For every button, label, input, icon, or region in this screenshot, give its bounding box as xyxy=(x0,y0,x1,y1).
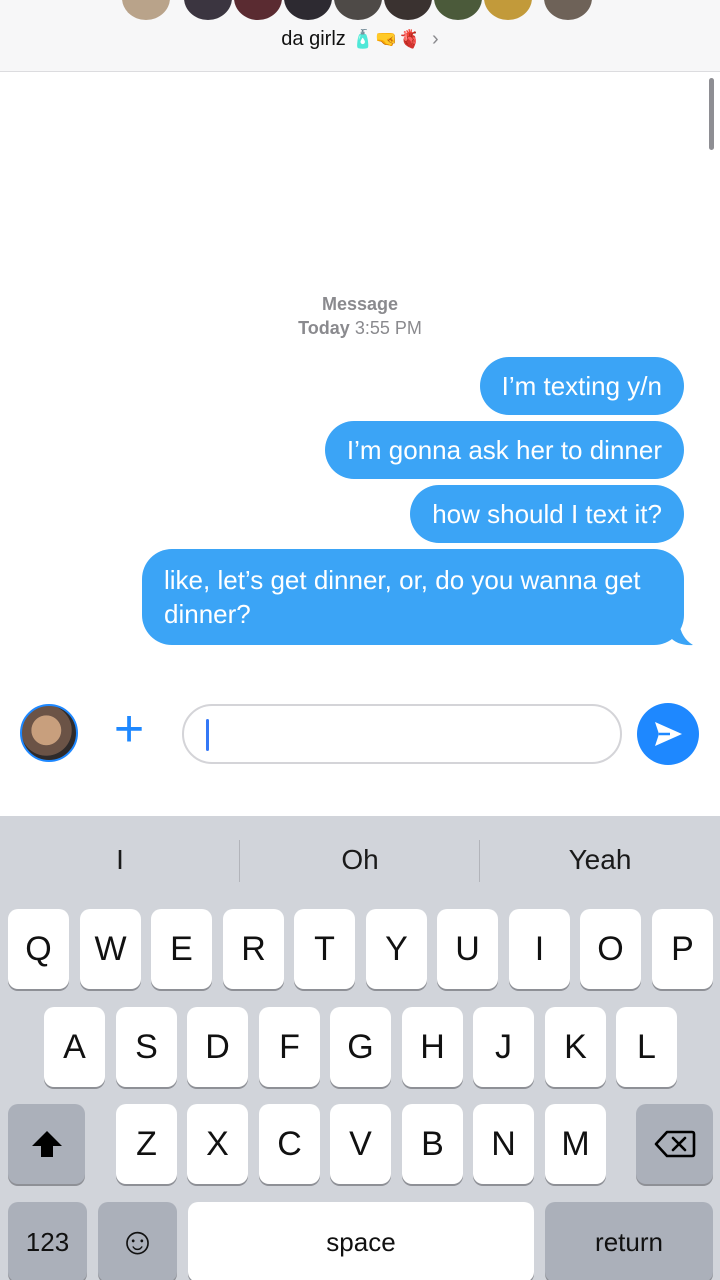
key-s[interactable]: S xyxy=(116,1007,177,1087)
message-timestamp: Message Today 3:55 PM xyxy=(0,292,720,340)
group-avatar xyxy=(282,0,334,22)
user-avatar[interactable] xyxy=(20,704,78,762)
key-r[interactable]: R xyxy=(223,909,284,989)
suggestion-3[interactable]: Yeah xyxy=(480,816,720,904)
key-f[interactable]: F xyxy=(259,1007,320,1087)
group-avatars[interactable] xyxy=(120,0,600,22)
outgoing-message-bubble[interactable]: I’m texting y/n xyxy=(479,357,684,415)
group-avatar xyxy=(382,0,434,22)
key-c[interactable]: C xyxy=(259,1104,320,1184)
group-name-button[interactable]: da girlz 🧴🤜🫀 › xyxy=(0,28,720,51)
group-avatar xyxy=(482,0,534,22)
key-g[interactable]: G xyxy=(330,1007,391,1087)
key-l[interactable]: L xyxy=(616,1007,677,1087)
delete-key[interactable] xyxy=(636,1104,713,1184)
key-m[interactable]: M xyxy=(545,1104,606,1184)
group-avatar xyxy=(182,0,234,22)
key-v[interactable]: V xyxy=(330,1104,391,1184)
key-b[interactable]: B xyxy=(402,1104,463,1184)
outgoing-message-bubble[interactable]: how should I text it? xyxy=(410,485,684,543)
key-d[interactable]: D xyxy=(187,1007,248,1087)
send-arrow-icon xyxy=(655,722,682,746)
key-q[interactable]: Q xyxy=(8,909,69,989)
scroll-indicator[interactable] xyxy=(709,78,714,150)
group-avatar xyxy=(332,0,384,22)
timestamp-time: 3:55 PM xyxy=(354,318,422,338)
group-avatar xyxy=(432,0,484,22)
keyboard: I Oh Yeah Q W E R T Y U I O P A S D F G … xyxy=(0,816,720,1280)
chevron-right-icon: › xyxy=(432,28,439,50)
timestamp-day: Today xyxy=(298,318,350,338)
emoji-key[interactable]: ☺ xyxy=(98,1202,177,1280)
key-a[interactable]: A xyxy=(44,1007,105,1087)
backspace-icon xyxy=(654,1130,695,1158)
compose-bar: + xyxy=(0,690,720,816)
shift-key[interactable] xyxy=(8,1104,85,1184)
predictive-suggestions: I Oh Yeah xyxy=(0,816,720,904)
return-key[interactable]: return xyxy=(545,1202,713,1280)
group-avatar xyxy=(232,0,284,22)
key-j[interactable]: J xyxy=(473,1007,534,1087)
group-emojis: 🧴🤜🫀 xyxy=(351,29,423,49)
bubble-tail xyxy=(669,622,693,646)
timestamp-label: Message xyxy=(321,294,399,314)
plus-icon[interactable]: + xyxy=(104,703,154,756)
send-button[interactable] xyxy=(637,703,699,765)
message-input[interactable] xyxy=(182,704,622,764)
group-name: da girlz xyxy=(281,28,346,50)
key-x[interactable]: X xyxy=(187,1104,248,1184)
numbers-key[interactable]: 123 xyxy=(8,1202,87,1280)
key-y[interactable]: Y xyxy=(366,909,427,989)
key-z[interactable]: Z xyxy=(116,1104,177,1184)
key-e[interactable]: E xyxy=(151,909,212,989)
outgoing-message-bubble[interactable]: like, let’s get dinner, or, do you wanna… xyxy=(142,549,684,645)
key-h[interactable]: H xyxy=(402,1007,463,1087)
key-t[interactable]: T xyxy=(294,909,355,989)
key-i[interactable]: I xyxy=(509,909,570,989)
shift-arrow-icon xyxy=(31,1131,62,1157)
key-n[interactable]: N xyxy=(473,1104,534,1184)
group-avatar xyxy=(542,0,594,22)
suggestion-1[interactable]: I xyxy=(0,816,240,904)
space-key[interactable]: space xyxy=(188,1202,534,1280)
suggestion-2[interactable]: Oh xyxy=(240,816,480,904)
conversation-header: da girlz 🧴🤜🫀 › xyxy=(0,0,720,72)
text-caret xyxy=(206,719,209,751)
key-o[interactable]: O xyxy=(580,909,641,989)
outgoing-message-bubble[interactable]: I’m gonna ask her to dinner xyxy=(324,421,684,479)
key-p[interactable]: P xyxy=(652,909,713,989)
group-avatar xyxy=(120,0,172,22)
key-u[interactable]: U xyxy=(437,909,498,989)
key-k[interactable]: K xyxy=(545,1007,606,1087)
key-w[interactable]: W xyxy=(80,909,141,989)
